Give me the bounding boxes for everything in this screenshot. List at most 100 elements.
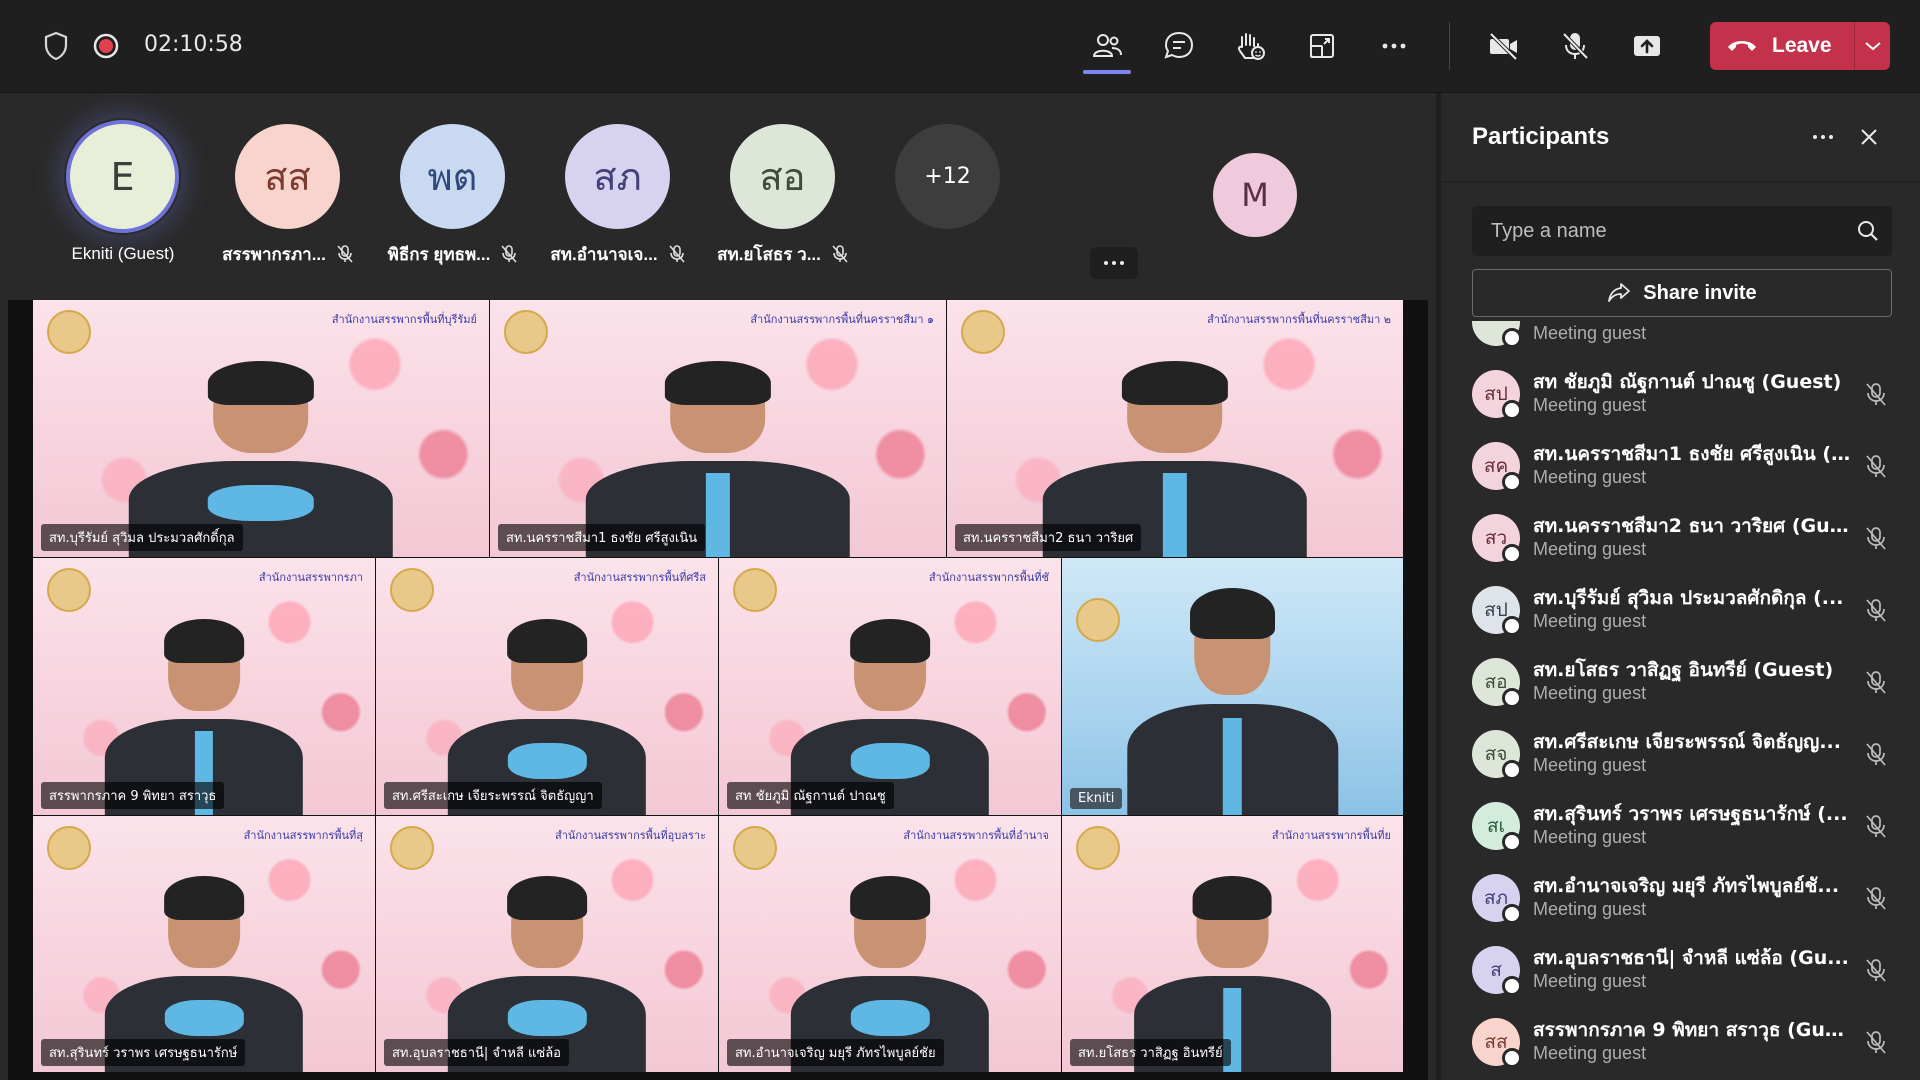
participant-mic-status[interactable] [1861, 523, 1891, 553]
video-tile[interactable]: สำนักงานสรรพากรพื้นที่นครราชสีมา ๒ สท.นค… [947, 300, 1403, 557]
avatar: สส [235, 124, 340, 229]
mic-off-icon [831, 244, 849, 264]
participant-row[interactable]: สภสท.อำนาจเจริญ มยุรี ภัทรไพบูลย์ชั...Me… [1441, 861, 1920, 933]
participant-row[interactable]: Meeting guest [1441, 321, 1920, 357]
participant-name: สท.นครราชสีมา2 ธนา วาริยศ (Gue... [1533, 511, 1851, 541]
video-tile[interactable]: สำนักงานสรรพากรพื้นที่อุบลราะ สท.อุบลราช… [376, 816, 718, 1072]
avatar: สอ [730, 124, 835, 229]
participant-mic-status[interactable] [1861, 811, 1891, 841]
participant-mic-status[interactable] [1861, 667, 1891, 697]
panel-close-button[interactable] [1851, 121, 1887, 153]
mic-toggle-button[interactable] [1553, 24, 1597, 68]
mic-off-icon [1864, 669, 1888, 695]
more-actions-button[interactable] [1372, 24, 1416, 68]
participant-mic-status[interactable] [1861, 883, 1891, 913]
participant-mic-status[interactable] [1861, 595, 1891, 625]
avatar: M [1213, 153, 1297, 237]
tile-banner: สำนักงานสรรพากรพื้นที่ย [1272, 826, 1391, 844]
avatar-name: สท.อำนาจเจ... [550, 241, 657, 268]
participant-mic-status[interactable] [1861, 379, 1891, 409]
participant-mic-status[interactable] [1861, 1027, 1891, 1057]
participant-video [1127, 584, 1338, 815]
panel-more-button[interactable] [1805, 121, 1841, 153]
video-tile[interactable]: สำนักงานสรรพากรภา สรรพากรภาค 9 พิทยา สรา… [33, 558, 375, 815]
tile-name-label: สท.ยโสธร วาสิฏฐ อินทรีย์ [1070, 1039, 1231, 1066]
participant-row[interactable]: สป สท.บุรีรัมย์ สุวิมล ประมวลศักดิกุล (..… [1441, 573, 1920, 645]
mic-off-icon [1864, 957, 1888, 983]
shield-icon[interactable] [40, 30, 72, 62]
video-tile[interactable]: สำนักงานสรรพากรพื้นที่สุ สท.สุรินทร์ วรา… [33, 816, 375, 1072]
panel-divider [1441, 181, 1920, 182]
tile-banner: สำนักงานสรรพากรพื้นที่นครราชสีมา ๒ [1207, 310, 1391, 328]
video-tile[interactable]: สำนักงานสรรพากรพื้นที่นครราชสีมา ๑ สท.นค… [490, 300, 946, 557]
video-tile[interactable]: สำนักงานสรรพากรพื้นที่อำนาจ สท.อำนาจเจริ… [719, 816, 1061, 1072]
chat-button[interactable] [1157, 24, 1201, 68]
participant-mic-status[interactable] [1861, 955, 1891, 985]
participant-row[interactable]: สปสท ชัยภูมิ ณัฐกานต์ ปาณชู (Guest)Meeti… [1441, 357, 1920, 429]
avatar: สป [1472, 586, 1520, 634]
tile-banner: สำนักงานสรรพากรพื้นที่ศรีส [574, 568, 706, 586]
mic-off-icon [1864, 381, 1888, 407]
camera-toggle-button[interactable] [1481, 24, 1525, 68]
participant-name: สท.ยโสธร วาสิฏฐ อินทรีย์ (Guest) [1533, 655, 1851, 685]
participant-row[interactable]: สจสท.ศรีสะเกษ เจียระพรรณ์ จิตธัญญ...Meet… [1441, 717, 1920, 789]
meeting-timer: 02:10:58 [144, 32, 243, 57]
participant-name: สท.อุบลราชธานี| จำหลี แซ่ล้อ (Gu... [1533, 943, 1851, 973]
panel-title: Participants [1472, 123, 1609, 151]
avatar: ส [1472, 946, 1520, 994]
avatar: พต [400, 124, 505, 229]
view-icon [1305, 29, 1339, 63]
revenue-dept-emblem [390, 826, 434, 870]
avatar-label: สท.ยโสธร ว... [698, 241, 868, 267]
video-tile[interactable]: สำนักงานสรรพากรพื้นที่บุรีรัมย์ สท.บุรีร… [33, 300, 489, 557]
tile-banner: สำนักงานสรรพากรพื้นที่ชั [929, 568, 1049, 586]
camera-off-icon [1486, 29, 1520, 63]
leave-button[interactable]: Leave [1710, 22, 1854, 70]
video-tile[interactable]: Ekniti [1062, 558, 1403, 815]
participant-role: Meeting guest [1533, 971, 1646, 992]
participant-row[interactable]: ส สท.อุบลราชธานี| จำหลี แซ่ล้อ (Gu...Meet… [1441, 933, 1920, 1005]
participant-mic-status[interactable] [1861, 451, 1891, 481]
leave-options-button[interactable] [1855, 22, 1890, 70]
participant-name: สท.บุรีรัมย์ สุวิมล ประมวลศักดิกุล (... [1533, 583, 1851, 613]
avatar: สภ [1472, 874, 1520, 922]
close-icon [1859, 127, 1879, 147]
participant-mic-status[interactable] [1861, 739, 1891, 769]
participant-row[interactable]: สสสรรพากรภาค 9 พิทยา สราวุธ (Gue...Meeti… [1441, 1005, 1920, 1077]
tile-name-label: สรรพากรภาค 9 พิทยา สราวุธ [41, 782, 224, 809]
avatar-initials: ส [1490, 955, 1502, 985]
mic-off-icon [1864, 525, 1888, 551]
avatar-name: สท.ยโสธร ว... [717, 241, 821, 268]
participant-role: Meeting guest [1533, 899, 1646, 920]
participant-role: Meeting guest [1533, 755, 1646, 776]
participant-row[interactable]: สเสท.สุรินทร์ วราพร เศรษฐธนารักษ์ (...Me… [1441, 789, 1920, 861]
presence-status-icon [1502, 472, 1522, 492]
video-tile[interactable]: สำนักงานสรรพากรพื้นที่ย สท.ยโสธร วาสิฏฐ … [1062, 816, 1403, 1072]
participant-name: สท.นครราชสีมา1 ธงชัย ศรีสูงเนิน (... [1533, 439, 1851, 469]
search-icon[interactable] [1856, 219, 1880, 243]
people-icon [1090, 29, 1124, 63]
mic-off-icon [1864, 1029, 1888, 1055]
meeting-stage: E Ekniti (Guest) สส สรรพากรภา... พต พิธี… [0, 93, 1436, 1080]
revenue-dept-emblem [961, 310, 1005, 354]
share-invite-button[interactable]: Share invite [1472, 269, 1892, 317]
participant-role: Meeting guest [1533, 683, 1646, 704]
participant-row[interactable]: สอสท.ยโสธร วาสิฏฐ อินทรีย์ (Guest)Meetin… [1441, 645, 1920, 717]
participant-list: Meeting guest สปสท ชัยภูมิ ณัฐกานต์ ปาณช… [1441, 321, 1920, 1080]
participant-row[interactable]: สคสท.นครราชสีมา1 ธงชัย ศรีสูงเนิน (...Me… [1441, 429, 1920, 501]
participant-row[interactable]: สวสท.นครราชสีมา2 ธนา วาริยศ (Gue...Meeti… [1441, 501, 1920, 573]
search-input[interactable] [1489, 219, 1853, 244]
people-button[interactable] [1085, 24, 1129, 68]
video-tile[interactable]: สำนักงานสรรพากรพื้นที่ศรีส สท.ศรีสะเกษ เ… [376, 558, 718, 815]
mic-off-icon [1864, 813, 1888, 839]
avatar-row-more-button[interactable] [1090, 247, 1138, 279]
share-screen-button[interactable] [1625, 24, 1669, 68]
presence-status-icon [1502, 688, 1522, 708]
view-button[interactable] [1300, 24, 1344, 68]
participant-name: สรรพากรภาค 9 พิทยา สราวุธ (Gue... [1533, 1015, 1851, 1045]
video-tile[interactable]: สำนักงานสรรพากรพื้นที่ชั สท ชัยภูมิ ณัฐก… [719, 558, 1061, 815]
leave-label: Leave [1772, 34, 1832, 58]
participant-name: สท.ศรีสะเกษ เจียระพรรณ์ จิตธัญญ... [1533, 727, 1851, 757]
react-button[interactable] [1228, 24, 1272, 68]
revenue-dept-emblem [1076, 826, 1120, 870]
